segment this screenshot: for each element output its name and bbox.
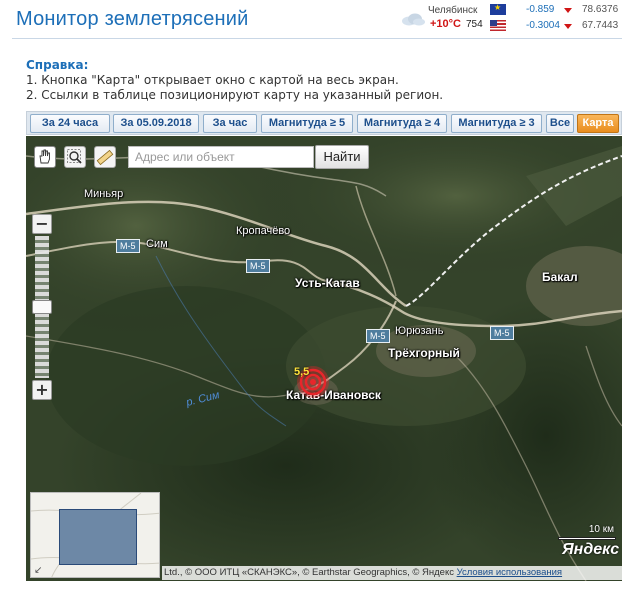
help-heading: Справка: xyxy=(26,58,89,72)
hand-icon-glyph xyxy=(39,149,50,164)
map-button[interactable]: Карта xyxy=(577,114,619,133)
map-tools xyxy=(34,146,126,170)
place-label: Бакал xyxy=(542,270,578,284)
map-search-input[interactable]: Адрес или объект xyxy=(128,146,314,168)
currency-rates: -0.859 78.6376 -0.3004 67.7443 xyxy=(490,2,622,34)
minimap-resize-icon[interactable]: ↙ xyxy=(34,565,42,576)
ruler-icon-glyph xyxy=(96,149,114,166)
place-label: Трёхгорный xyxy=(388,346,460,360)
road-shield: М-5 xyxy=(490,326,514,340)
help-line: 2. Ссылки в таблице позиционируют карту … xyxy=(26,88,444,102)
magnifier-icon[interactable] xyxy=(64,146,86,168)
attribution-text: Ltd., © ООО ИТЦ «СКАНЭКС», © Earthstar G… xyxy=(164,567,454,578)
all-button[interactable]: Все xyxy=(546,114,574,133)
map-attribution: Ltd., © ООО ИТЦ «СКАНЭКС», © Earthstar G… xyxy=(162,566,622,580)
place-label: Кропачёво xyxy=(236,225,291,237)
hand-icon[interactable] xyxy=(34,146,56,168)
map-view[interactable]: Адрес или объект Найти − + Миньяр Сим Кр… xyxy=(26,136,622,581)
zoom-slider-handle[interactable] xyxy=(32,300,52,314)
rate-change: -0.859 xyxy=(526,4,555,15)
magnifier-icon-glyph xyxy=(67,149,82,164)
cloudy-icon xyxy=(402,13,425,26)
filter-toolbar: За 24 часа За 05.09.2018 За час Магнитуд… xyxy=(26,111,622,135)
road-shield: М-5 xyxy=(246,259,270,273)
rate-value: 67.7443 xyxy=(582,20,619,31)
down-arrow-icon xyxy=(564,8,572,13)
magnitude-4-button[interactable]: Магнитуда ≥ 4 xyxy=(357,114,447,133)
earthquake-magnitude: 5,5 xyxy=(294,366,310,378)
help-block: Справка: 1. Кнопка "Карта" открывает окн… xyxy=(26,58,443,103)
page-title: Монитор землетрясений xyxy=(16,8,249,30)
last-hour-button[interactable]: За час xyxy=(203,114,257,133)
place-label: Миньяр xyxy=(84,188,124,200)
down-arrow-icon xyxy=(564,24,572,29)
place-label: Сим xyxy=(146,238,168,250)
place-label: Усть-Катав xyxy=(295,276,360,290)
ruler-icon[interactable] xyxy=(94,146,116,168)
minimap[interactable]: ↙ xyxy=(30,492,160,578)
scale-line xyxy=(558,537,616,540)
us-flag-icon xyxy=(490,20,506,31)
minimap-viewport[interactable] xyxy=(59,509,137,565)
weather-widget[interactable]: Челябинск +10°C 754 xyxy=(398,2,490,34)
zoom-in-button[interactable]: + xyxy=(32,380,52,400)
find-button[interactable]: Найти xyxy=(315,145,369,169)
rate-row-usd[interactable]: -0.3004 67.7443 xyxy=(490,18,622,34)
zoom-out-button[interactable]: − xyxy=(32,214,52,234)
road-shield: М-5 xyxy=(366,329,390,343)
rate-row-eur[interactable]: -0.859 78.6376 xyxy=(490,2,622,18)
scale-label: 10 км xyxy=(588,524,614,535)
magnitude-3-button[interactable]: Магнитуда ≥ 3 xyxy=(451,114,542,133)
eu-flag-icon xyxy=(490,3,506,15)
place-label: Юрюзань xyxy=(395,325,444,337)
scale-bar: 10 км xyxy=(558,524,616,540)
yandex-logo: Яндекс xyxy=(562,541,620,558)
last-24h-button[interactable]: За 24 часа xyxy=(30,114,110,133)
date-button[interactable]: За 05.09.2018 xyxy=(113,114,199,133)
title-divider xyxy=(12,38,622,39)
rate-change: -0.3004 xyxy=(526,20,560,31)
weather-pressure: 754 xyxy=(466,19,483,30)
help-line: 1. Кнопка "Карта" открывает окно с карто… xyxy=(26,73,399,87)
rate-value: 78.6376 xyxy=(582,4,619,15)
terms-link[interactable]: Условия использования xyxy=(457,567,562,578)
weather-city: Челябинск xyxy=(428,5,478,16)
magnitude-5-button[interactable]: Магнитуда ≥ 5 xyxy=(261,114,353,133)
weather-temperature: +10°C xyxy=(430,18,462,30)
road-shield: М-5 xyxy=(116,239,140,253)
zoom-control: − + xyxy=(32,214,54,402)
